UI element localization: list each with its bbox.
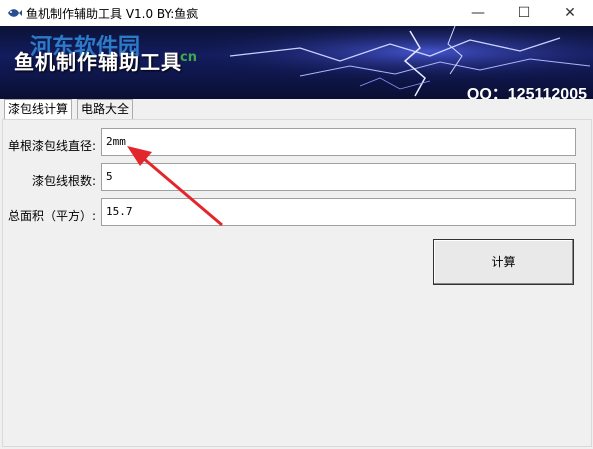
minimize-button[interactable]: — <box>455 0 501 26</box>
count-input[interactable]: 5 <box>101 163 576 191</box>
count-label: 漆包线根数: <box>32 174 97 188</box>
qq-contact: QQ：125112005 <box>466 86 587 99</box>
window-title: 鱼机制作辅助工具 V1.0 BY:鱼疯 <box>26 7 199 21</box>
area-output[interactable]: 15.7 <box>101 198 576 226</box>
maximize-button[interactable]: ☐ <box>501 0 547 26</box>
diameter-label: 单根漆包线直径: <box>8 139 97 153</box>
calculate-button[interactable]: 计算 <box>433 239 574 285</box>
area-label: 总面积（平方）: <box>8 209 97 223</box>
watermark-sub: cn <box>180 50 197 65</box>
banner-title: 鱼机制作辅助工具 <box>14 50 182 74</box>
title-bar: 鱼机制作辅助工具 V1.0 BY:鱼疯 — ☐ ✕ <box>0 0 593 26</box>
tab-enamel-wire-calc[interactable]: 漆包线计算 <box>4 99 73 121</box>
app-window: 鱼机制作辅助工具 V1.0 BY:鱼疯 — ☐ ✕ 河东软件园 cn 鱼机制作辅… <box>0 0 593 449</box>
diameter-input[interactable]: 2mm <box>101 128 576 156</box>
close-button[interactable]: ✕ <box>547 0 593 26</box>
tab-circuit-collection[interactable]: 电路大全 <box>77 99 134 120</box>
fish-app-icon <box>8 9 22 17</box>
header-banner: 河东软件园 cn 鱼机制作辅助工具 QQ：125112005 <box>0 26 593 99</box>
